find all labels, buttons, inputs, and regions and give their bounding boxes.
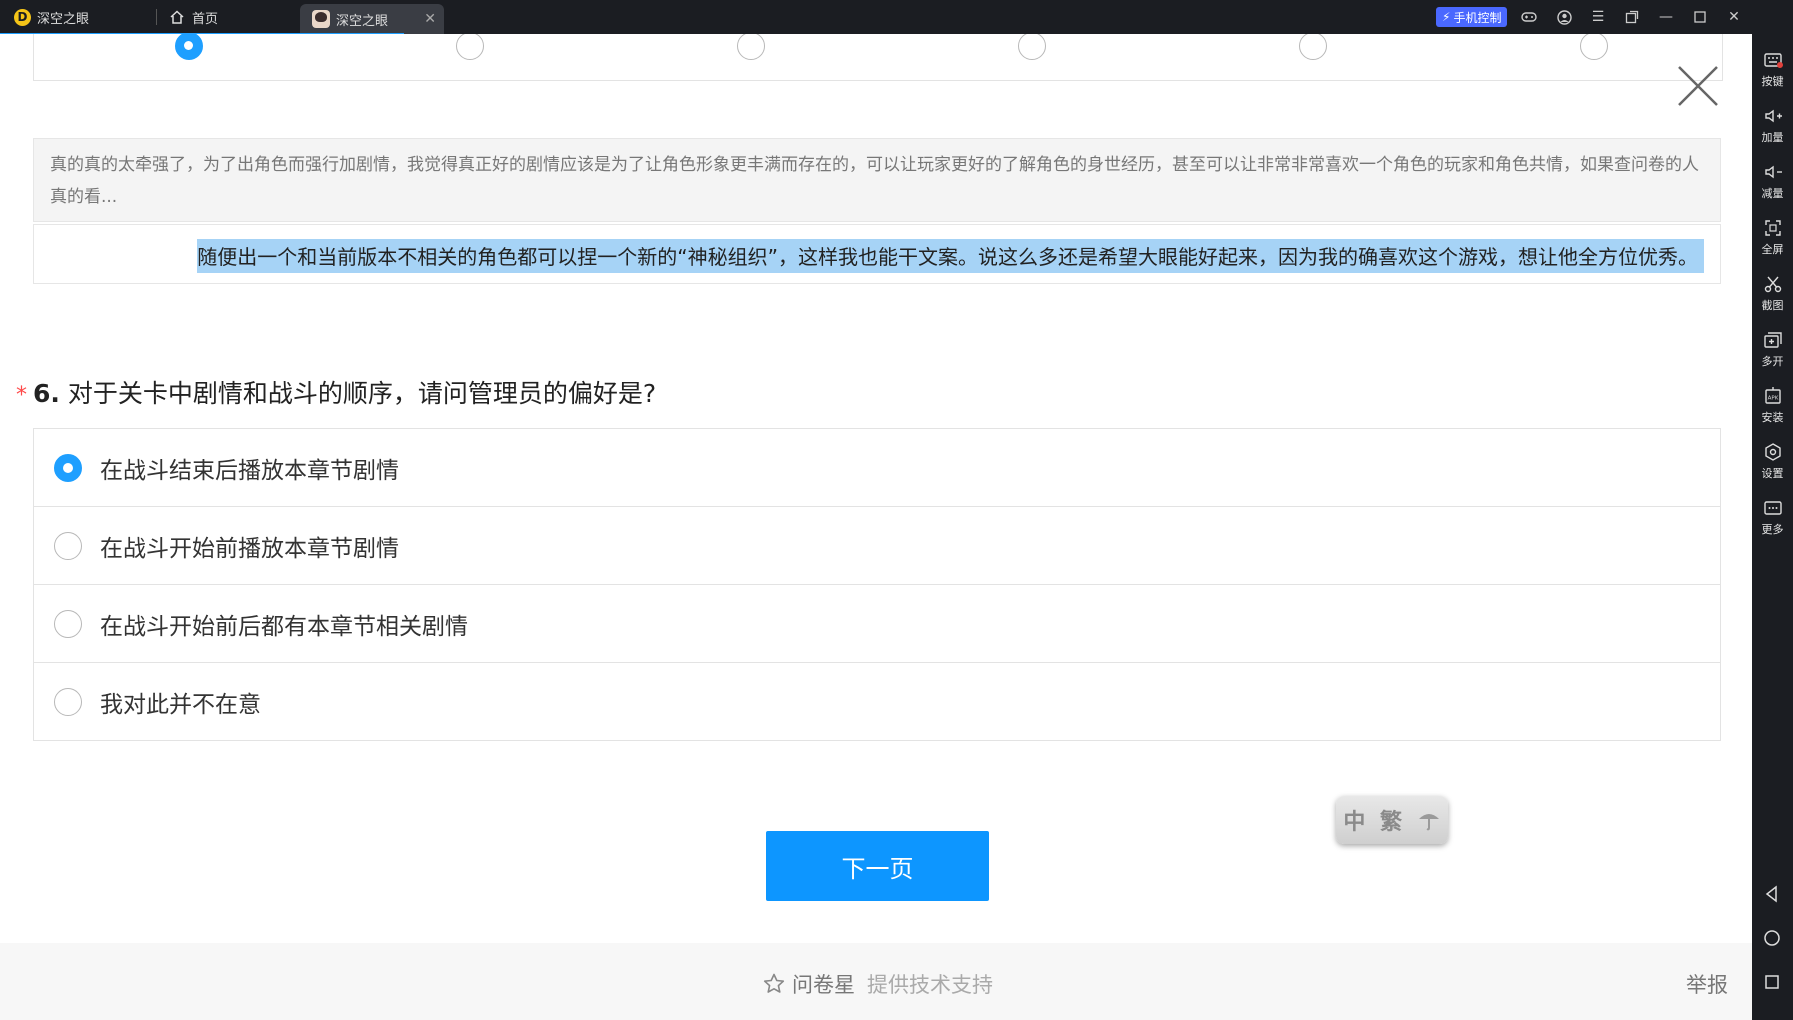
option-label: 在战斗结束后播放本章节剧情 xyxy=(100,457,399,484)
settings-icon xyxy=(1764,443,1781,461)
mobile-control-button[interactable]: ⚡ 手机控制 xyxy=(1436,7,1508,27)
option-row[interactable]: 在战斗开始前播放本章节剧情 xyxy=(34,507,1720,585)
tech-support-text: 提供技术支持 xyxy=(867,973,993,997)
option-row[interactable]: 在战斗开始前后都有本章节相关剧情 xyxy=(34,585,1720,663)
answer-text-selected: 随便出一个和当前版本不相关的角色都可以捏一个新的“神秘组织”，这样我也能干文案。… xyxy=(197,239,1704,273)
tab-game[interactable]: 深空之眼 ✕ xyxy=(300,4,444,34)
required-mark: * xyxy=(16,383,27,408)
scissors-icon xyxy=(1764,276,1781,293)
sidebar-item-volume-up[interactable]: 加量 xyxy=(1752,106,1793,156)
options-list: 在战斗结束后播放本章节剧情 在战斗开始前播放本章节剧情 在战斗开始前后都有本章节… xyxy=(33,428,1721,741)
volume-up-icon xyxy=(1764,109,1782,123)
previous-answer-text: 真的真的太牵强了，为了出角色而强行加剧情，我觉得真正好的剧情应该是为了让角色形象… xyxy=(33,138,1721,222)
sidebar-item-multi[interactable]: 多开 xyxy=(1752,330,1793,380)
step-1[interactable] xyxy=(175,34,203,60)
radio-button[interactable] xyxy=(54,453,82,482)
sidebar-item-label: 安装 xyxy=(1761,411,1784,424)
sidebar-item-label: 加量 xyxy=(1761,131,1784,144)
apk-install-icon: APK xyxy=(1764,387,1781,404)
survey-page: 真的真的太牵强了，为了出角色而强行加剧情，我觉得真正好的剧情应该是为了让角色形象… xyxy=(0,34,1752,1020)
question-title: * 6. 对于关卡中剧情和战斗的顺序，请问管理员的偏好是? xyxy=(16,374,656,410)
sidebar-item-screenshot[interactable]: 截图 xyxy=(1752,274,1793,324)
answer-text-field[interactable]: 随便出一个和当前版本不相关的角色都可以捏一个新的“神秘组织”，这样我也能干文案。… xyxy=(33,224,1721,284)
option-label: 在战斗开始前播放本章节剧情 xyxy=(100,535,399,562)
menu-icon[interactable]: ☰ xyxy=(1589,8,1607,26)
fullscreen-icon xyxy=(1764,220,1781,236)
account-icon[interactable] xyxy=(1555,8,1573,26)
lightning-icon: ⚡ xyxy=(1442,10,1451,24)
brand-name: 问卷星 xyxy=(792,973,855,997)
home-circle-icon[interactable] xyxy=(1762,928,1782,948)
tab-separator xyxy=(156,9,157,25)
restore-window-icon[interactable] xyxy=(1623,8,1641,26)
sidebar-item-label: 多开 xyxy=(1761,355,1784,368)
tab-app-label: 深空之眼 xyxy=(37,11,90,27)
emulator-sidebar: 按键 加量 减量 全屏 截图 多开 APK 安装 设置 更多 xyxy=(1752,34,1793,1020)
multi-instance-icon xyxy=(1763,332,1782,348)
radio-button[interactable] xyxy=(54,687,82,716)
simplified-chinese-toggle[interactable]: 中 xyxy=(1343,804,1365,836)
game-avatar-icon xyxy=(312,10,330,28)
sidebar-item-label: 更多 xyxy=(1761,523,1784,536)
gamepad-icon[interactable] xyxy=(1520,8,1538,26)
title-bar: D 深空之眼 首页 深空之眼 ✕ ⚡ 手机控制 ☰ — ✕ xyxy=(0,0,1793,36)
option-row[interactable]: 在战斗结束后播放本章节剧情 xyxy=(34,429,1720,507)
sidebar-item-volume-down[interactable]: 减量 xyxy=(1752,162,1793,212)
sidebar-item-label: 截图 xyxy=(1761,299,1784,312)
tab-app[interactable]: D 深空之眼 xyxy=(0,0,154,34)
footer-brand[interactable]: 问卷星 提供技术支持 xyxy=(762,969,993,999)
star-outline-icon xyxy=(763,973,785,993)
tab-close-icon[interactable]: ✕ xyxy=(424,11,436,27)
mobile-control-label: 手机控制 xyxy=(1453,10,1502,25)
radio-button[interactable] xyxy=(54,609,82,638)
radio-button[interactable] xyxy=(54,531,82,560)
close-icon[interactable] xyxy=(1676,64,1720,108)
sidebar-item-label: 全屏 xyxy=(1761,243,1784,256)
sidebar-item-fullscreen[interactable]: 全屏 xyxy=(1752,218,1793,268)
sidebar-item-label: 减量 xyxy=(1761,187,1784,200)
step-4[interactable] xyxy=(1018,34,1046,60)
sidebar-item-install[interactable]: APK 安装 xyxy=(1752,386,1793,436)
sidebar-item-settings[interactable]: 设置 xyxy=(1752,442,1793,492)
home-icon xyxy=(170,10,184,24)
keyboard-icon xyxy=(1763,53,1783,68)
traditional-chinese-toggle[interactable]: 繁 xyxy=(1380,804,1402,836)
maximize-icon[interactable] xyxy=(1691,8,1709,26)
tab-home-label: 首页 xyxy=(192,11,219,27)
step-6[interactable] xyxy=(1580,34,1608,60)
option-row[interactable]: 我对此并不在意 xyxy=(34,663,1720,740)
next-page-button[interactable]: 下一页 xyxy=(766,831,989,901)
sidebar-item-label: 按键 xyxy=(1761,75,1784,88)
question-text: 对于关卡中剧情和战斗的顺序，请问管理员的偏好是? xyxy=(67,379,657,408)
more-icon xyxy=(1763,501,1782,515)
report-link[interactable]: 举报 xyxy=(1686,969,1728,999)
sidebar-item-label: 设置 xyxy=(1761,467,1784,480)
sidebar-item-keys[interactable]: 按键 xyxy=(1752,50,1793,100)
step-2[interactable] xyxy=(456,34,484,60)
close-window-icon[interactable]: ✕ xyxy=(1725,8,1743,26)
progress-stepper xyxy=(33,34,1723,81)
back-triangle-icon[interactable] xyxy=(1762,884,1782,904)
umbrella-icon xyxy=(1418,814,1439,831)
option-label: 在战斗开始前后都有本章节相关剧情 xyxy=(100,613,468,640)
step-5[interactable] xyxy=(1299,34,1327,60)
app-logo-icon: D xyxy=(14,8,31,26)
option-label: 我对此并不在意 xyxy=(100,691,261,718)
sidebar-item-more[interactable]: 更多 xyxy=(1752,498,1793,548)
step-3[interactable] xyxy=(737,34,765,60)
volume-down-icon xyxy=(1764,165,1782,179)
footer: 问卷星 提供技术支持 举报 xyxy=(0,943,1752,1020)
language-switch-widget[interactable]: 中 繁 xyxy=(1336,796,1448,844)
tab-home[interactable]: 首页 xyxy=(162,0,296,34)
recent-apps-icon[interactable] xyxy=(1762,972,1782,992)
question-number: 6. xyxy=(33,379,60,408)
tab-game-label: 深空之眼 xyxy=(336,13,389,29)
minimize-icon[interactable]: — xyxy=(1657,8,1675,26)
svg-text:APK: APK xyxy=(1767,396,1778,402)
